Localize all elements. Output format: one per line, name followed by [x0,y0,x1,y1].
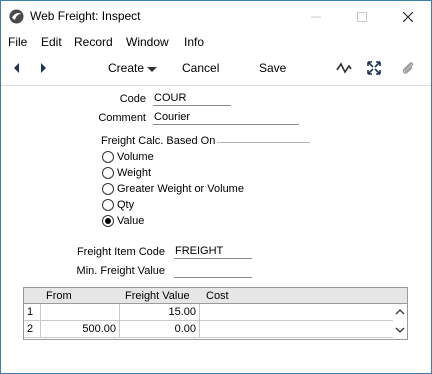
code-field[interactable]: COUR [153,92,231,106]
next-record-icon[interactable] [35,60,51,76]
radio-label-value: Value [117,215,145,227]
freight-item-code-label: Freight Item Code [76,246,165,258]
menu-window[interactable]: Window [126,35,169,49]
group-divider [217,142,310,143]
comment-label: Comment [98,112,146,124]
cell-cost[interactable] [200,321,393,338]
cancel-button[interactable]: Cancel [182,61,219,75]
menu-bar: File Edit Record Window Info [1,32,431,52]
save-button[interactable]: Save [259,61,286,75]
column-header-from: From [46,290,72,302]
create-button[interactable]: Create [108,61,144,75]
menu-record[interactable]: Record [74,35,113,49]
menu-info[interactable]: Info [184,35,204,49]
cell-from[interactable]: 500.00 [41,321,120,338]
toolbar-divider [1,85,431,86]
radio-label-volume: Volume [117,151,154,163]
scroll-down-icon[interactable] [395,325,405,335]
maximize-button[interactable] [339,1,385,32]
close-button[interactable] [385,1,431,32]
title-bar: Web Freight: Inspect [1,1,431,32]
freight-calc-group-label: Freight Calc. Based On [101,135,216,147]
scroll-up-icon[interactable] [395,307,405,317]
table-row[interactable]: 1 15.00 [24,304,393,321]
window: Web Freight: Inspect File Edit Record Wi… [0,0,432,374]
freight-matrix-table: From Freight Value Cost 1 15.00 2 500.00… [23,287,408,340]
menu-file[interactable]: File [8,35,27,49]
toolbar: Create Cancel Save [1,54,431,83]
row-number: 2 [24,321,41,338]
radio-label-weight: Weight [117,167,152,179]
cell-freight-value[interactable]: 15.00 [120,304,200,321]
table-row[interactable]: 2 500.00 0.00 [24,321,393,338]
comment-field[interactable]: Courier [153,111,299,125]
window-title: Web Freight: Inspect [30,9,141,23]
radio-qty[interactable]: Qty [102,198,134,212]
radio-greater-weight-or-volume[interactable]: Greater Weight or Volume [102,182,244,196]
radio-button[interactable] [102,151,114,163]
chevron-down-icon[interactable] [144,61,160,77]
freight-item-code-field[interactable]: FREIGHT [174,245,252,259]
radio-button[interactable] [102,199,114,211]
radio-button[interactable] [102,183,114,195]
cell-from[interactable] [41,304,120,321]
table-header: From Freight Value Cost [24,288,407,304]
app-logo-icon [9,9,24,24]
radio-value[interactable]: Value [102,214,144,228]
cell-freight-value[interactable]: 0.00 [120,321,200,338]
previous-record-icon[interactable] [9,60,25,76]
minimize-icon [311,16,321,17]
table-scrollbar[interactable] [393,304,407,339]
menu-edit[interactable]: Edit [41,35,62,49]
paperclip-icon[interactable] [400,60,416,76]
column-header-freight-value: Freight Value [125,290,190,302]
radio-weight[interactable]: Weight [102,166,151,180]
radio-button[interactable] [102,167,114,179]
activity-icon[interactable] [336,60,352,76]
row-number: 1 [24,304,41,321]
cell-cost[interactable] [200,304,393,321]
min-freight-value-field[interactable] [174,264,252,278]
column-header-cost: Cost [206,290,229,302]
radio-volume[interactable]: Volume [102,150,154,164]
minimize-button[interactable] [293,1,339,32]
radio-label-greater: Greater Weight or Volume [117,183,244,195]
min-freight-value-label: Min. Freight Value [76,265,165,277]
radio-button-selected[interactable] [102,215,114,227]
expand-icon[interactable] [366,60,382,76]
code-label: Code [119,93,146,105]
radio-label-qty: Qty [117,199,135,211]
close-icon [403,11,413,22]
maximize-icon [357,11,367,22]
